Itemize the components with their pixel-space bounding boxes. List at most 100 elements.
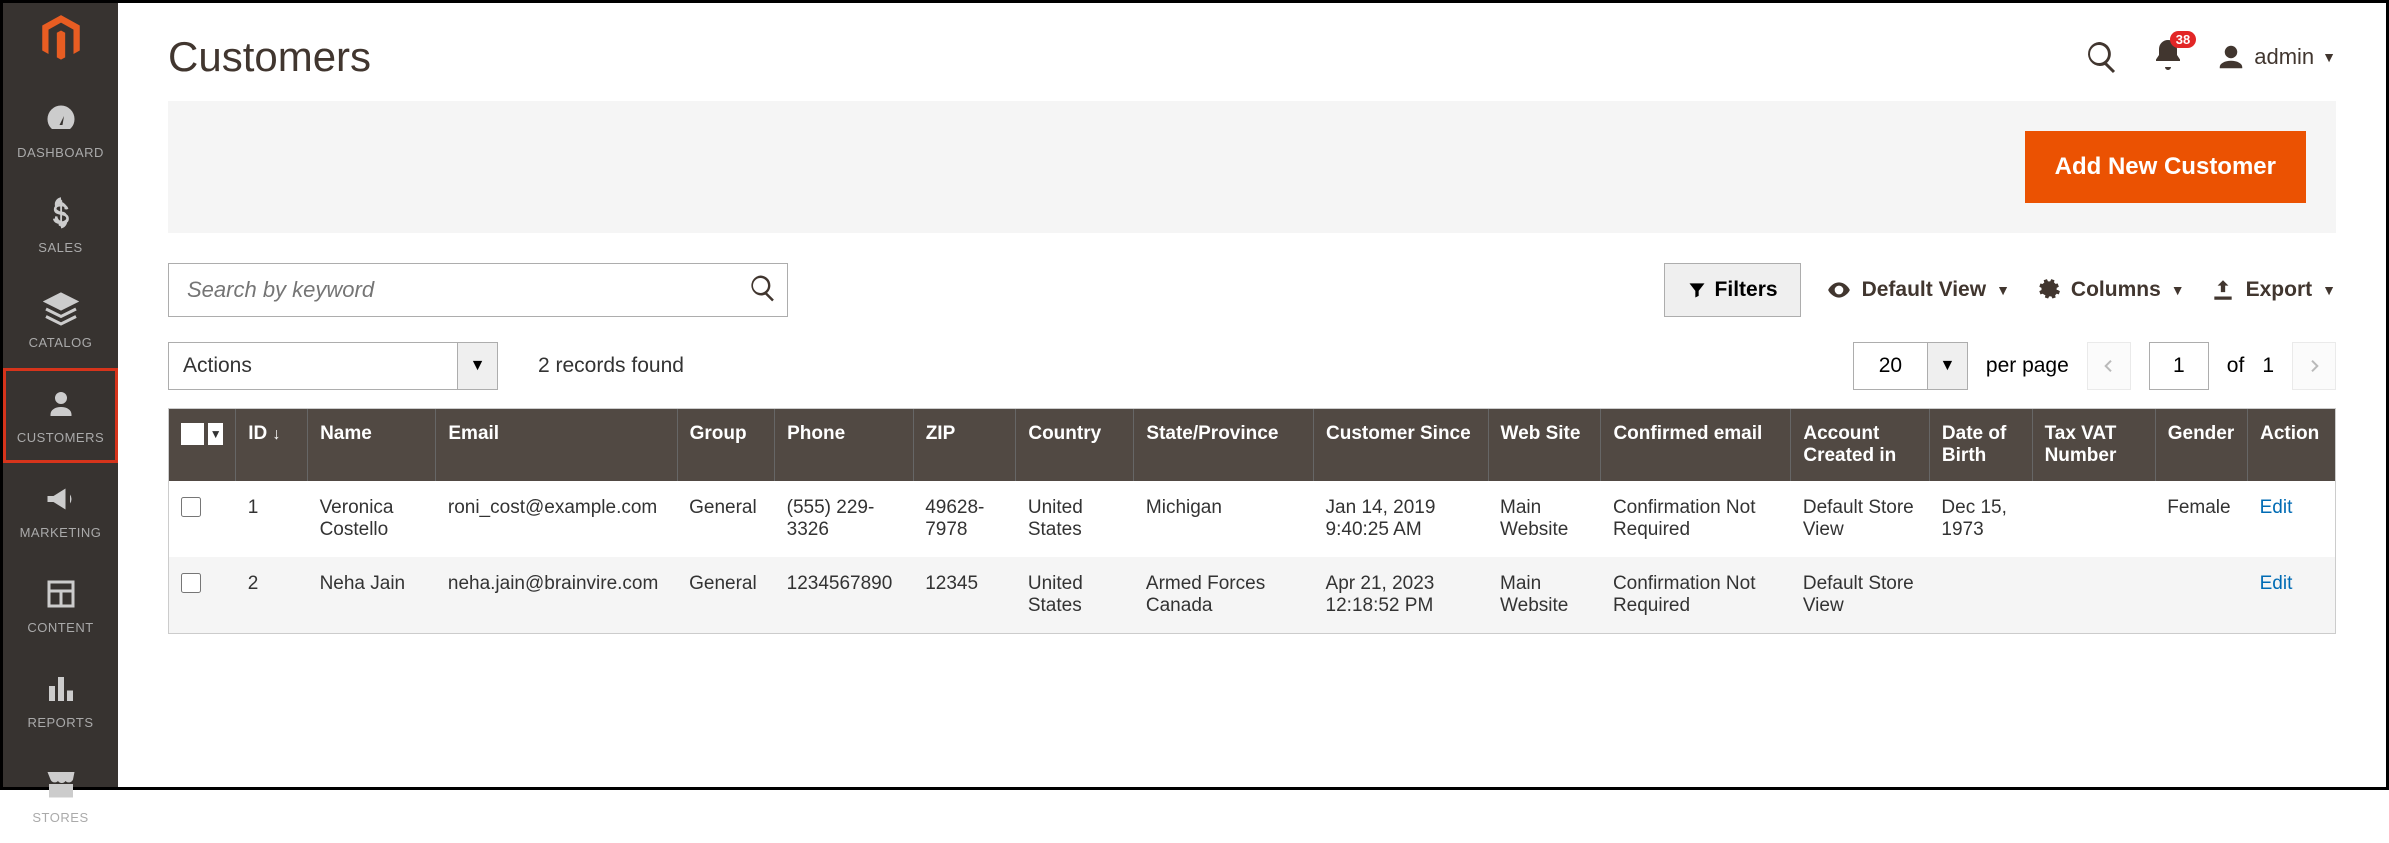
cell-email: roni_cost@example.com — [436, 481, 677, 557]
cell-confirmed: Confirmation Not Required — [1601, 557, 1791, 633]
col-dob[interactable]: Date of Birth — [1929, 409, 2032, 481]
export-icon — [2210, 277, 2236, 303]
filters-button[interactable]: Filters — [1664, 263, 1801, 317]
cell-id: 1 — [236, 481, 308, 557]
sales-icon: $ — [43, 196, 79, 232]
search-input[interactable] — [168, 263, 788, 317]
action-banner: Add New Customer — [168, 101, 2336, 233]
cell-country: United States — [1016, 481, 1134, 557]
chevron-down-icon[interactable]: ▼ — [458, 342, 498, 390]
col-state[interactable]: State/Province — [1134, 409, 1314, 481]
col-confirmed[interactable]: Confirmed email — [1601, 409, 1791, 481]
sidebar-label: CUSTOMERS — [17, 430, 104, 445]
sidebar-item-reports[interactable]: REPORTS — [3, 653, 118, 748]
sort-desc-icon: ↓ — [273, 426, 281, 443]
user-menu[interactable]: admin ▼ — [2216, 42, 2336, 72]
page-title: Customers — [168, 33, 371, 81]
col-tax[interactable]: Tax VAT Number — [2032, 409, 2155, 481]
col-id[interactable]: ID ↓ — [236, 409, 308, 481]
sidebar-label: SALES — [38, 240, 82, 255]
search-button[interactable] — [748, 273, 778, 306]
cell-website: Main Website — [1488, 481, 1601, 557]
main-content: Customers 38 admin ▼ Add New Customer — [118, 3, 2386, 787]
sidebar-label: REPORTS — [27, 715, 93, 730]
search-icon[interactable] — [2084, 39, 2120, 75]
col-website[interactable]: Web Site — [1488, 409, 1601, 481]
notifications-button[interactable]: 38 — [2150, 37, 2186, 78]
page-size-select[interactable]: 20 ▼ — [1853, 342, 1968, 390]
row-checkbox[interactable] — [169, 557, 236, 633]
next-page-button[interactable] — [2292, 342, 2336, 390]
per-page-label: per page — [1986, 354, 2069, 378]
stores-icon — [43, 766, 79, 802]
cell-action[interactable]: Edit — [2248, 481, 2335, 557]
col-country[interactable]: Country — [1016, 409, 1134, 481]
add-new-customer-button[interactable]: Add New Customer — [2025, 131, 2306, 203]
cell-group: General — [677, 481, 775, 557]
cell-action[interactable]: Edit — [2248, 557, 2335, 633]
sidebar-label: DASHBOARD — [17, 145, 104, 160]
sidebar-item-customers[interactable]: CUSTOMERS — [3, 368, 118, 463]
col-action[interactable]: Action — [2248, 409, 2335, 481]
col-zip[interactable]: ZIP — [913, 409, 1016, 481]
view-selector[interactable]: Default View ▼ — [1826, 277, 2010, 303]
export-selector[interactable]: Export ▼ — [2210, 277, 2336, 303]
col-created-in[interactable]: Account Created in — [1791, 409, 1930, 481]
col-gender[interactable]: Gender — [2155, 409, 2247, 481]
cell-group: General — [677, 557, 775, 633]
cell-confirmed: Confirmation Not Required — [1601, 481, 1791, 557]
sidebar-item-content[interactable]: CONTENT — [3, 558, 118, 653]
col-phone[interactable]: Phone — [775, 409, 914, 481]
cell-state: Michigan — [1134, 481, 1314, 557]
cell-since: Jan 14, 2019 9:40:25 AM — [1314, 481, 1489, 557]
toolbar-filters: Filters Default View ▼ Columns ▼ Export … — [118, 263, 2386, 317]
col-name[interactable]: Name — [308, 409, 436, 481]
toolbar-actions: Actions ▼ 2 records found 20 ▼ per page … — [118, 342, 2386, 390]
table-row[interactable]: 1Veronica Costelloroni_cost@example.comG… — [169, 481, 2335, 557]
sidebar-label: MARKETING — [20, 525, 102, 540]
records-count: 2 records found — [538, 354, 684, 378]
eye-icon — [1826, 277, 1852, 303]
sidebar-item-catalog[interactable]: CATALOG — [3, 273, 118, 368]
toolbar-right: Filters Default View ▼ Columns ▼ Export … — [1664, 263, 2336, 317]
col-email[interactable]: Email — [436, 409, 677, 481]
cell-email: neha.jain@brainvire.com — [436, 557, 677, 633]
prev-page-button[interactable] — [2087, 342, 2131, 390]
cell-dob — [1929, 557, 2032, 633]
cell-country: United States — [1016, 557, 1134, 633]
sidebar-label: CATALOG — [29, 335, 93, 350]
columns-selector[interactable]: Columns ▼ — [2035, 277, 2185, 303]
reports-icon — [43, 671, 79, 707]
page-input[interactable] — [2149, 342, 2209, 390]
sidebar-item-sales[interactable]: $ SALES — [3, 178, 118, 273]
col-group[interactable]: Group — [677, 409, 775, 481]
actions-dropdown[interactable]: Actions ▼ — [168, 342, 498, 390]
header-actions: 38 admin ▼ — [2084, 37, 2336, 78]
notification-badge: 38 — [2170, 31, 2196, 48]
chevron-down-icon: ▼ — [2171, 282, 2185, 298]
table-row[interactable]: 2Neha Jainneha.jain@brainvire.comGeneral… — [169, 557, 2335, 633]
sidebar-item-marketing[interactable]: MARKETING — [3, 463, 118, 558]
sidebar-item-stores[interactable]: STORES — [3, 748, 118, 843]
cell-phone: 1234567890 — [775, 557, 914, 633]
gear-icon — [2035, 277, 2061, 303]
chevron-down-icon[interactable]: ▼ — [208, 423, 223, 445]
cell-gender: Female — [2155, 481, 2247, 557]
sidebar-label: CONTENT — [27, 620, 93, 635]
sidebar-item-dashboard[interactable]: DASHBOARD — [3, 83, 118, 178]
magento-logo-icon[interactable] — [36, 13, 86, 63]
sidebar-label: STORES — [32, 810, 88, 825]
page-total: 1 — [2262, 354, 2274, 378]
row-checkbox[interactable] — [169, 481, 236, 557]
col-checkbox[interactable]: ▼ — [169, 409, 236, 481]
chevron-down-icon[interactable]: ▼ — [1928, 342, 1968, 390]
cell-zip: 49628-7978 — [913, 481, 1016, 557]
user-label: admin — [2254, 44, 2314, 70]
search-icon — [748, 273, 778, 303]
cell-name: Veronica Costello — [308, 481, 436, 557]
customers-grid: ▼ ID ↓ Name Email Group Phone ZIP Countr… — [168, 408, 2336, 634]
edit-link: Edit — [2260, 573, 2293, 594]
search-wrap — [168, 263, 788, 317]
col-since[interactable]: Customer Since — [1314, 409, 1489, 481]
chevron-down-icon: ▼ — [2322, 49, 2336, 65]
